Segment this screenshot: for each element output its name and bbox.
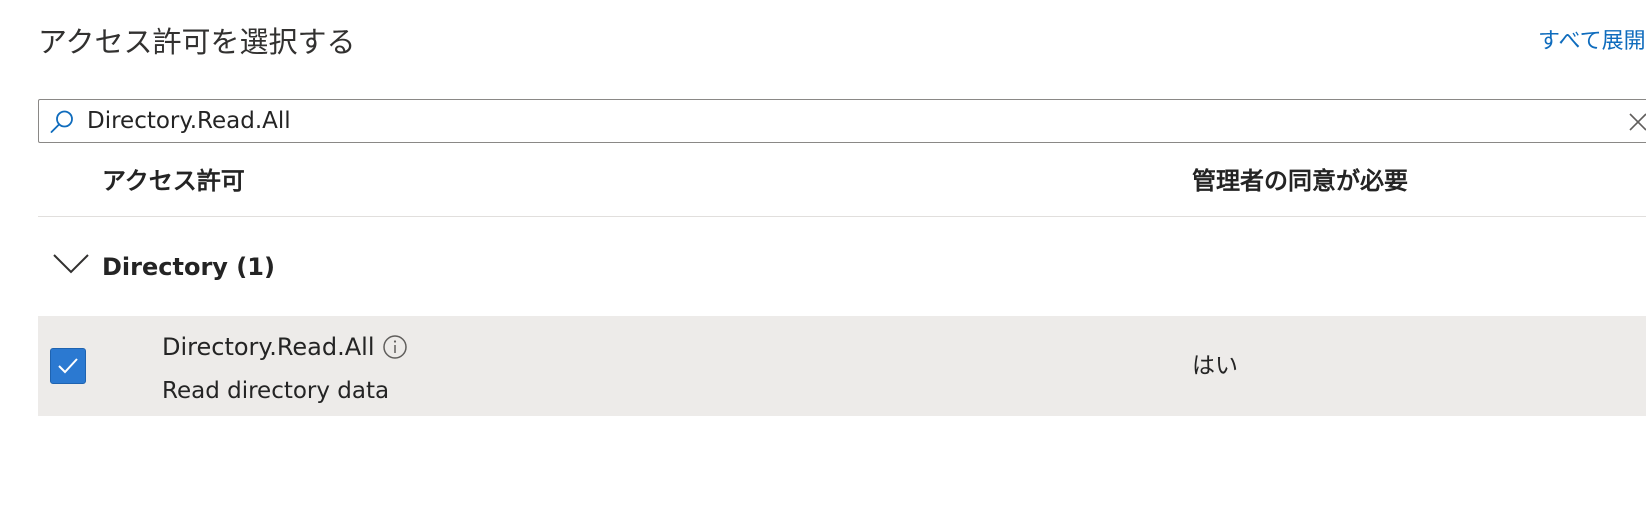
- header-divider: [38, 216, 1646, 217]
- page-title: アクセス許可を選択する: [38, 25, 356, 59]
- search-icon: [50, 110, 73, 133]
- check-icon: [58, 358, 78, 374]
- admin-consent-value: はい: [1192, 353, 1238, 379]
- chevron-down-icon[interactable]: [52, 252, 90, 276]
- group-label: Directory (1): [102, 253, 275, 281]
- info-icon[interactable]: [382, 334, 408, 360]
- group-row-directory[interactable]: Directory (1): [38, 242, 1646, 296]
- column-header-admin-consent[interactable]: 管理者の同意が必要: [1192, 164, 1408, 198]
- search-box[interactable]: [38, 99, 1646, 143]
- table-row[interactable]: Directory.Read.All Read directory data は…: [38, 316, 1646, 416]
- permission-name: Directory.Read.All: [162, 333, 375, 361]
- permission-description: Read directory data: [162, 378, 390, 404]
- close-icon[interactable]: [1627, 111, 1646, 133]
- expand-all-link[interactable]: すべて展開: [1538, 24, 1646, 60]
- column-header-permission[interactable]: アクセス許可: [102, 164, 245, 198]
- search-input[interactable]: [87, 100, 1627, 142]
- permission-checkbox[interactable]: [50, 348, 86, 384]
